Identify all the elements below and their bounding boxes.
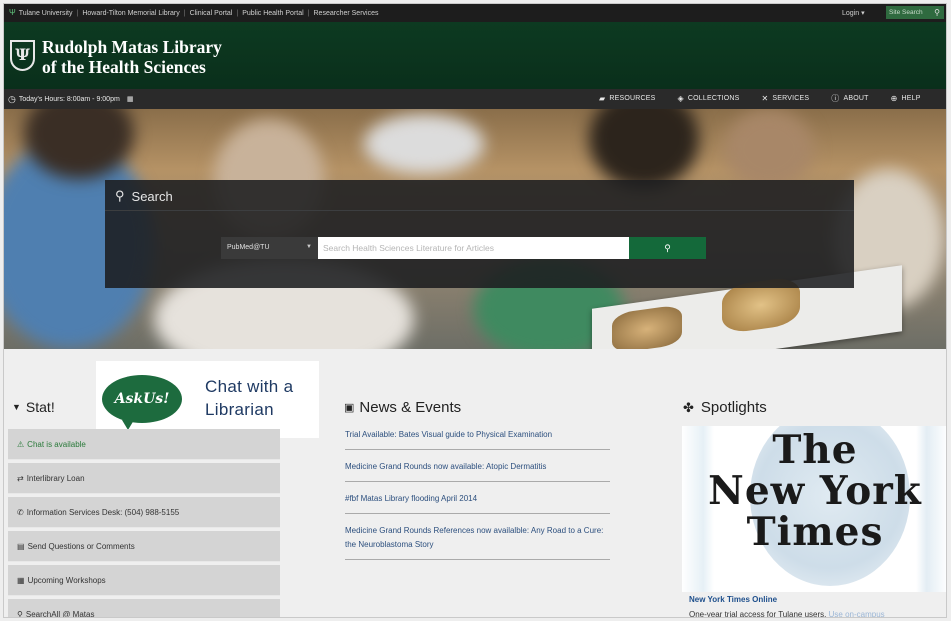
browser-frame: Ψ Tulane University | Howard-Tilton Memo… [3, 3, 947, 618]
search-title: ⚲ Search [115, 188, 173, 204]
hero-banner: ⚲ Search PubMed@TU ▼ ⚲ [4, 109, 946, 349]
chat-with-librarian-widget[interactable]: AskUs! Chat with a Librarian [96, 361, 319, 438]
book-icon: ▰ [599, 94, 606, 103]
hours-text: Today's Hours: 8:00am - 9:00pm [18, 95, 120, 103]
stat-item-info-desk[interactable]: ✆ Information Services Desk: (504) 988-51… [8, 497, 280, 528]
utility-link-clinical[interactable]: Clinical Portal [190, 10, 233, 17]
nyt-online-link[interactable]: New York Times Online [689, 595, 777, 604]
news-item[interactable]: Medicine Grand Rounds now available: Ato… [345, 458, 610, 482]
exchange-icon: ⇄ [17, 473, 24, 483]
spotlights-heading: ✤ Spotlights [683, 399, 767, 416]
news-list: Trial Available: Bates Visual guide to P… [345, 426, 610, 568]
clock-icon: ◷ [8, 93, 16, 104]
lifebuoy-icon: ⊕ [890, 94, 898, 103]
main-content: AskUs! Chat with a Librarian ▼ Stat! ⚠ Ch… [4, 349, 946, 618]
utility-link-researcher[interactable]: Researcher Services [314, 10, 379, 17]
library-name-line2: of the Health Sciences [42, 57, 206, 77]
triangle-down-icon: ▼ [12, 402, 21, 412]
nav-services[interactable]: ✕ SERVICES [761, 94, 809, 103]
library-name-line1: Rudolph Matas Library [42, 37, 222, 57]
nav-about[interactable]: ⓘ ABOUT [831, 94, 868, 103]
utility-link-howard-tilton[interactable]: Howard-Tilton Memorial Library [82, 10, 179, 17]
newspaper-icon: ▣ [344, 402, 355, 414]
news-item[interactable]: #fbf Matas Library flooding April 2014 [345, 490, 610, 514]
search-icon: ⚲ [17, 609, 23, 618]
collections-icon: ◈ [677, 94, 684, 103]
stat-item-questions[interactable]: ▤ Send Questions or Comments [8, 531, 280, 562]
nyt-more-link[interactable]: Use on-campus [829, 610, 885, 617]
search-panel: ⚲ Search PubMed@TU ▼ ⚲ [105, 180, 854, 288]
nav-help[interactable]: ⊕ HELP [890, 94, 921, 103]
nyt-spotlight-image[interactable]: The New York Times [682, 426, 946, 592]
main-nav: ▰ RESOURCES ◈ COLLECTIONS ✕ SERVICES ⓘ ABOUT… [599, 94, 921, 103]
main-nav-bar: ◷ Today's Hours: 8:00am - 9:00pm ▦ ▰ RESO… [4, 89, 946, 109]
stat-list: ⚠ Chat is available ⇄ Interlibrary Loan ✆ I… [8, 429, 280, 618]
article-search-input[interactable] [318, 237, 629, 259]
database-select[interactable]: PubMed@TU ▼ [221, 237, 318, 259]
document-icon: ▤ [17, 541, 25, 551]
search-icon: ⚲ [115, 188, 125, 203]
news-heading: ▣ News & Events [344, 399, 462, 416]
site-search-button[interactable]: ⚲ [930, 6, 944, 19]
search-icon: ⚲ [664, 243, 671, 253]
calendar-icon[interactable]: ▦ [127, 95, 134, 103]
news-item[interactable]: Medicine Grand Rounds References now ava… [345, 522, 610, 560]
tulane-shield-logo[interactable]: Ψ [10, 40, 35, 71]
nyt-logo: The New York Times [708, 427, 922, 555]
nav-collections[interactable]: ◈ COLLECTIONS [677, 94, 740, 103]
caret-down-icon: ▼ [306, 244, 312, 250]
news-item[interactable]: Trial Available: Bates Visual guide to P… [345, 426, 610, 450]
info-icon: ⓘ [831, 94, 840, 103]
stat-item-workshops[interactable]: ▦ Upcoming Workshops [8, 565, 280, 596]
utility-bar: Ψ Tulane University | Howard-Tilton Memo… [4, 4, 946, 22]
stat-item-searchall[interactable]: ⚲ SearchAll @ Matas [8, 599, 280, 618]
askus-badge: AskUs! [102, 375, 182, 430]
nyt-description: One-year trial access for Tulane users. … [689, 610, 885, 618]
search-submit-button[interactable]: ⚲ [629, 237, 706, 259]
login-menu[interactable]: Login ▾ [842, 9, 865, 17]
stat-item-chat[interactable]: ⚠ Chat is available [8, 429, 280, 460]
site-search-input[interactable]: Site Search [886, 6, 930, 19]
utility-links: Ψ Tulane University | Howard-Tilton Memo… [9, 8, 379, 17]
tools-icon: ✕ [761, 94, 769, 103]
todays-hours[interactable]: ◷ Today's Hours: 8:00am - 9:00pm ▦ [8, 93, 134, 104]
tulane-shield-icon: Ψ [9, 8, 16, 17]
puzzle-icon: ✤ [683, 399, 694, 415]
utility-link-public-health[interactable]: Public Health Portal [242, 10, 303, 17]
stat-heading[interactable]: ▼ Stat! [12, 399, 55, 415]
library-name[interactable]: Rudolph Matas Library of the Health Scie… [42, 37, 222, 77]
stat-item-interlibrary-loan[interactable]: ⇄ Interlibrary Loan [8, 463, 280, 494]
calendar-icon: ▦ [17, 575, 25, 585]
utility-link-tulane[interactable]: Tulane University [19, 10, 73, 17]
chat-icon: ⚠ [17, 439, 25, 449]
search-icon: ⚲ [934, 8, 940, 17]
phone-icon: ✆ [17, 507, 24, 517]
chat-with-librarian-text: Chat with a Librarian [205, 377, 294, 419]
nav-resources[interactable]: ▰ RESOURCES [599, 94, 656, 103]
site-header: Ψ Rudolph Matas Library of the Health Sc… [4, 22, 946, 89]
